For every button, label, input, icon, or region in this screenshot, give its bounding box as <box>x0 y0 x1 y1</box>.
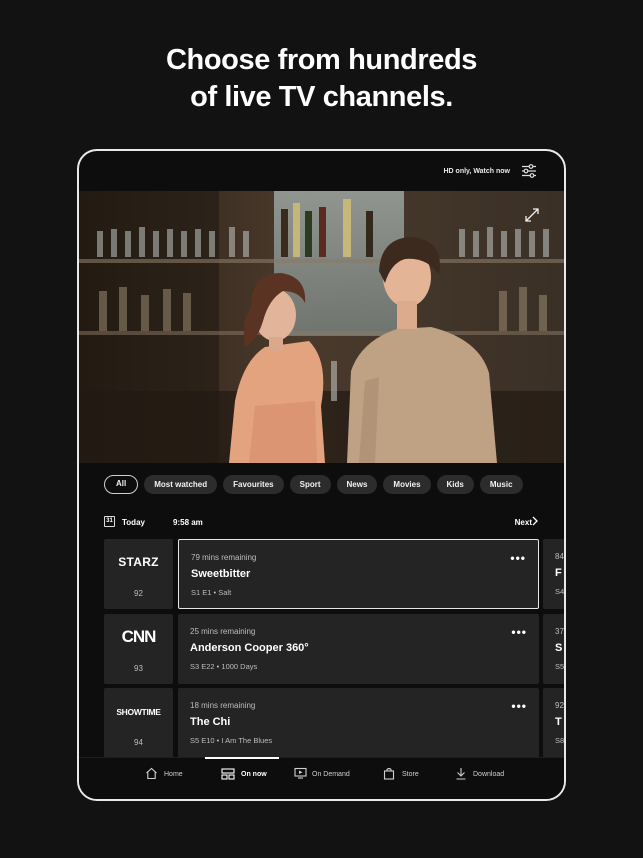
guide-row: STARZ 92 79 mins remaining Sweetbitter S… <box>104 539 564 609</box>
tab-store-label: Store <box>402 771 419 778</box>
tab-store[interactable]: Store <box>383 758 433 799</box>
tab-on-now-label: On now <box>241 771 267 778</box>
next-program-title: S <box>555 642 563 654</box>
program-card[interactable]: 25 mins remaining Anderson Cooper 360° S… <box>178 614 539 684</box>
next-episode-info: S8 <box>555 736 565 745</box>
channel-number: 92 <box>134 589 143 598</box>
tablet-frame: HD only, Watch now All Most watched Favo… <box>77 149 566 801</box>
time-remaining: 25 mins remaining <box>190 627 256 636</box>
tab-on-demand[interactable]: On Demand <box>294 758 374 799</box>
chevron-right-icon[interactable] <box>532 516 538 526</box>
chip-all[interactable]: All <box>104 475 139 494</box>
more-options-icon[interactable]: ••• <box>511 699 527 713</box>
next-button[interactable]: Next <box>515 518 532 527</box>
home-icon <box>146 767 157 780</box>
channel-logo: SHOWTIME <box>116 707 161 717</box>
day-label[interactable]: Today <box>122 518 145 527</box>
chip-news[interactable]: News <box>336 475 378 494</box>
video-frame <box>79 191 564 463</box>
chip-favourites[interactable]: Favourites <box>223 475 284 494</box>
active-tab-indicator <box>205 757 279 759</box>
tab-home-label: Home <box>164 771 183 778</box>
program-title: Sweetbitter <box>191 568 251 580</box>
next-program-card[interactable]: 37 S S5 <box>543 614 565 684</box>
bottom-tab-bar: Home On now On Demand Store Download <box>79 757 564 799</box>
sliders-icon[interactable] <box>521 164 537 178</box>
channel-card[interactable]: SHOWTIME 94 <box>104 688 173 758</box>
date-bar: 31 Today 9:58 am Next <box>104 513 538 531</box>
channel-card[interactable]: CNN 93 <box>104 614 173 684</box>
channel-number: 94 <box>134 738 143 747</box>
headline-line-2: of live TV channels. <box>190 81 453 113</box>
calendar-icon[interactable]: 31 <box>104 516 115 527</box>
time-remaining: 79 mins remaining <box>191 553 257 562</box>
episode-info: S3 E22 • 1000 Days <box>190 662 258 671</box>
next-episode-info: S4 <box>555 587 565 596</box>
next-time-remaining: 37 <box>555 627 564 636</box>
tab-on-demand-label: On Demand <box>312 771 350 778</box>
channel-number: 93 <box>134 664 143 673</box>
next-program-card[interactable]: 84 F S4 <box>543 539 565 609</box>
more-options-icon[interactable]: ••• <box>510 551 526 565</box>
on-demand-icon <box>294 767 307 779</box>
video-player[interactable] <box>79 191 564 463</box>
expand-icon[interactable] <box>524 207 540 223</box>
next-program-card[interactable]: 92 T S8 <box>543 688 565 758</box>
next-time-remaining: 92 <box>555 701 564 710</box>
tv-guide-icon <box>221 768 235 780</box>
program-title: The Chi <box>190 716 231 728</box>
download-icon <box>456 768 466 780</box>
filter-status[interactable]: HD only, Watch now <box>444 168 511 175</box>
episode-info: S5 E10 • I Am The Blues <box>190 736 273 745</box>
more-options-icon[interactable]: ••• <box>511 625 527 639</box>
next-time-remaining: 84 <box>555 552 564 561</box>
guide-row: SHOWTIME 94 18 mins remaining The Chi S5… <box>104 688 564 758</box>
chip-kids[interactable]: Kids <box>436 475 474 494</box>
time-remaining: 18 mins remaining <box>190 701 256 710</box>
tab-on-now[interactable]: On now <box>205 757 279 799</box>
category-chips: All Most watched Favourites Sport News M… <box>104 475 523 494</box>
channel-logo: STARZ <box>118 555 159 569</box>
next-program-title: T <box>555 716 562 728</box>
bag-icon <box>383 767 395 780</box>
channel-card[interactable]: STARZ 92 <box>104 539 173 609</box>
channel-logo: CNN <box>121 627 157 646</box>
chip-music[interactable]: Music <box>479 475 523 494</box>
next-episode-info: S5 <box>555 662 565 671</box>
tab-download[interactable]: Download <box>455 758 517 799</box>
chip-most-watched[interactable]: Most watched <box>144 475 218 494</box>
current-time: 9:58 am <box>173 518 203 527</box>
chip-sport[interactable]: Sport <box>289 475 331 494</box>
top-bar: HD only, Watch now <box>79 151 564 191</box>
next-program-title: F <box>555 567 562 579</box>
program-card[interactable]: 18 mins remaining The Chi S5 E10 • I Am … <box>178 688 539 758</box>
chip-movies[interactable]: Movies <box>383 475 431 494</box>
headline: Choose from hundreds of live TV channels… <box>0 42 643 116</box>
program-card[interactable]: 79 mins remaining Sweetbitter S1 E1 • Sa… <box>178 539 539 609</box>
tab-home[interactable]: Home <box>145 758 191 799</box>
episode-info: S1 E1 • Salt <box>191 588 232 597</box>
tab-download-label: Download <box>473 771 505 778</box>
headline-line-1: Choose from hundreds <box>165 44 477 76</box>
program-title: Anderson Cooper 360° <box>190 642 309 654</box>
guide-row: CNN 93 25 mins remaining Anderson Cooper… <box>104 614 564 684</box>
